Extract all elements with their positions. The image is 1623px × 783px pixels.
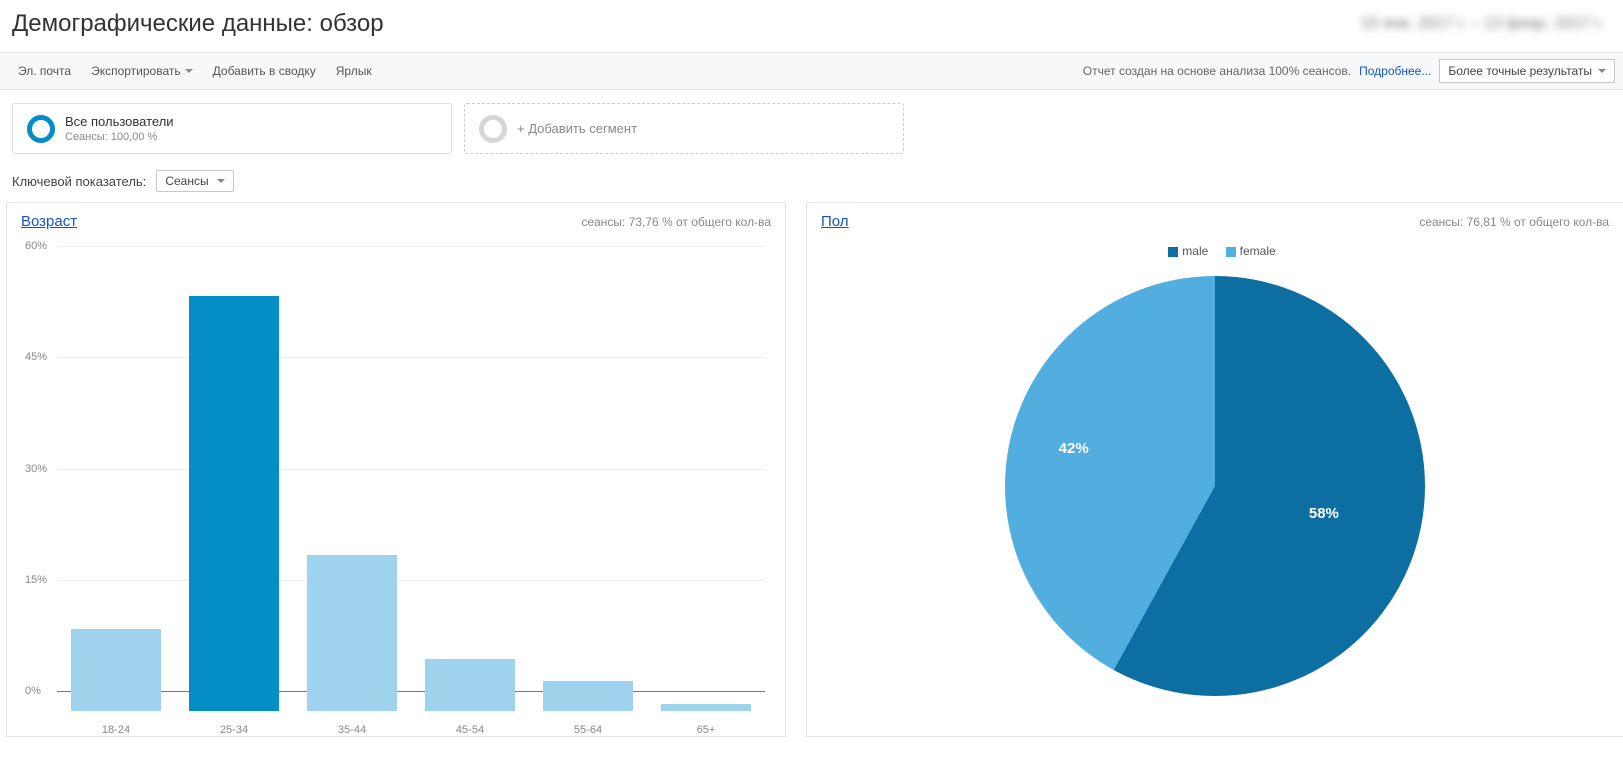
segment-donut-placeholder-icon — [479, 115, 507, 143]
age-panel-title[interactable]: Возраст — [21, 213, 77, 230]
more-link[interactable]: Подробнее... — [1359, 64, 1431, 78]
y-tick-label: 15% — [25, 574, 47, 586]
age-bar[interactable] — [425, 659, 515, 711]
y-tick-label: 45% — [25, 351, 47, 363]
metric-label: Ключевой показатель: — [12, 174, 146, 189]
x-tick-label: 65+ — [661, 724, 751, 736]
add-segment-button[interactable]: + Добавить сегмент — [464, 103, 904, 154]
gender-panel: Пол сеансы: 76,81 % от общего кол-ва mal… — [806, 202, 1623, 737]
legend-swatch-female — [1226, 247, 1236, 257]
pie-slice-label-male: 58% — [1309, 505, 1339, 522]
x-tick-label: 55-64 — [543, 724, 633, 736]
precision-select[interactable]: Более точные результаты — [1439, 59, 1615, 83]
legend-label-male: male — [1182, 244, 1208, 258]
y-tick-label: 60% — [25, 240, 47, 252]
pie-slice-label-female: 42% — [1059, 440, 1089, 457]
y-tick-label: 0% — [25, 685, 41, 697]
x-tick-label: 18-24 — [71, 724, 161, 736]
segment-donut-icon — [27, 115, 55, 143]
age-bar[interactable] — [661, 704, 751, 711]
age-bar[interactable] — [307, 555, 397, 711]
export-button[interactable]: Экспортировать — [81, 53, 203, 89]
email-button[interactable]: Эл. почта — [8, 53, 81, 89]
x-tick-label: 45-54 — [425, 724, 515, 736]
age-bar[interactable] — [543, 681, 633, 711]
chevron-down-icon — [1598, 69, 1606, 73]
chevron-down-icon — [217, 179, 225, 183]
age-bar[interactable] — [71, 629, 161, 711]
chevron-down-icon — [185, 69, 193, 73]
gender-panel-title[interactable]: Пол — [821, 213, 849, 230]
gender-pie-chart: 58% 42% — [1005, 276, 1425, 696]
age-panel: Возраст сеансы: 73,76 % от общего кол-ва… — [6, 202, 786, 737]
x-tick-label: 25-34 — [189, 724, 279, 736]
segment-all-users[interactable]: Все пользователи Сеансы: 100,00 % — [12, 103, 452, 154]
x-tick-label: 35-44 — [307, 724, 397, 736]
legend-label-female: female — [1240, 244, 1276, 258]
age-bar-chart: 0%15%30%45%60%18-2425-3435-4445-5455-646… — [37, 246, 765, 736]
report-info-text: Отчет создан на основе анализа 100% сеан… — [1083, 64, 1351, 78]
segment-subtitle: Сеансы: 100,00 % — [65, 131, 174, 143]
gender-panel-summary: сеансы: 76,81 % от общего кол-ва — [1419, 215, 1609, 229]
add-segment-label: + Добавить сегмент — [517, 121, 637, 136]
metric-select[interactable]: Сеансы — [156, 170, 233, 192]
pie-legend: male female — [807, 236, 1623, 258]
legend-swatch-male — [1168, 247, 1178, 257]
page-title: Демографические данные: обзор — [12, 10, 384, 38]
shortcut-button[interactable]: Ярлык — [326, 53, 382, 89]
add-to-report-button[interactable]: Добавить в сводку — [203, 53, 326, 89]
toolbar: Эл. почта Экспортировать Добавить в свод… — [0, 52, 1623, 90]
segment-title: Все пользователи — [65, 114, 174, 129]
date-range-picker[interactable]: 15 янв. 2017 г. – 13 февр. 2017 г. — [1361, 15, 1603, 33]
y-tick-label: 30% — [25, 463, 47, 475]
age-panel-summary: сеансы: 73,76 % от общего кол-ва — [581, 215, 771, 229]
age-bar[interactable] — [189, 296, 279, 711]
